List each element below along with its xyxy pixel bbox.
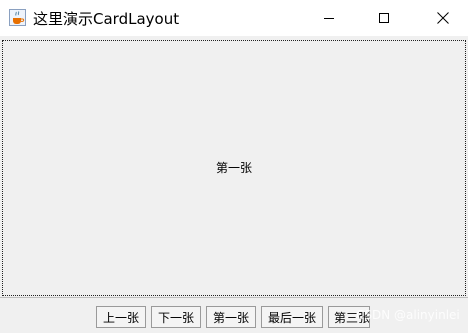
window-title: 这里演示CardLayout (33, 10, 180, 28)
first-card-button[interactable]: 第一张 (206, 306, 256, 328)
watermark: CSDN @alinyinlei (356, 308, 460, 322)
next-card-button[interactable]: 下一张 (151, 306, 201, 328)
java-coffee-icon (9, 9, 26, 26)
minimize-button[interactable] (306, 0, 352, 36)
title-bar: 这里演示CardLayout (0, 0, 468, 36)
divider (0, 297, 468, 298)
minimize-icon (323, 12, 335, 24)
card-label: 第一张 (215, 161, 252, 175)
card-panel: 第一张 (2, 40, 466, 296)
last-card-button[interactable]: 最后一张 (261, 306, 323, 328)
prev-card-button[interactable]: 上一张 (96, 306, 146, 328)
close-button[interactable] (420, 0, 466, 36)
close-icon (436, 11, 450, 25)
maximize-icon (378, 12, 390, 24)
maximize-button[interactable] (361, 0, 407, 36)
